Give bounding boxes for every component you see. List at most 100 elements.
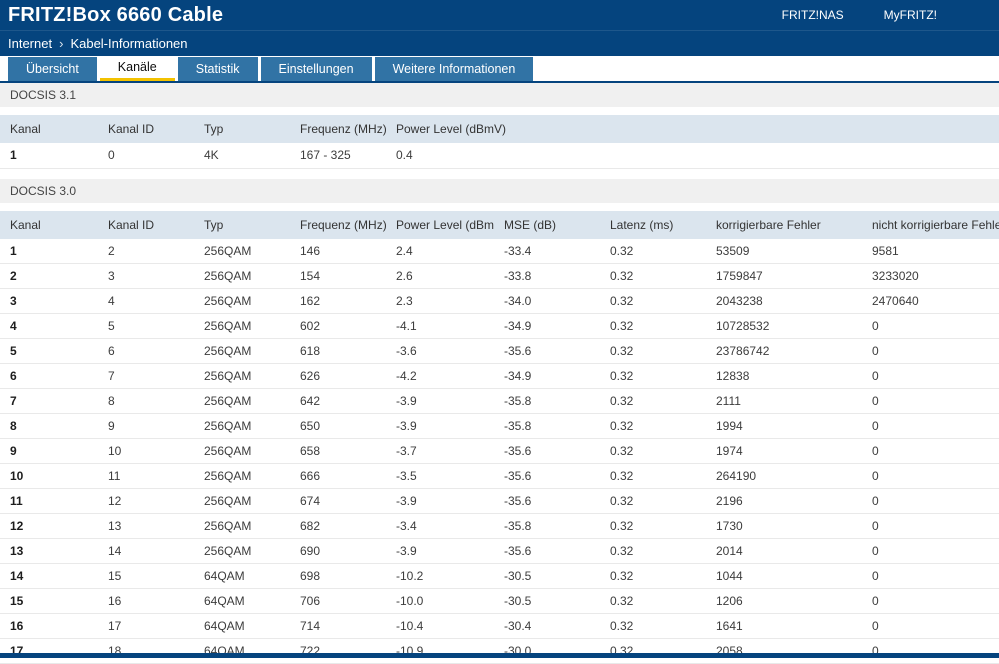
table-cell: -35.6 bbox=[494, 489, 600, 514]
table-row: 1213256QAM682-3.4-35.80.3217300 bbox=[0, 514, 999, 539]
table-cell: -35.6 bbox=[494, 439, 600, 464]
table-cell: 0 bbox=[862, 314, 999, 339]
table-cell: 9581 bbox=[862, 239, 999, 264]
table-cell: 0.32 bbox=[600, 614, 706, 639]
tab-bar: ÜbersichtKanäleStatistikEinstellungenWei… bbox=[0, 56, 999, 83]
table-cell: -30.5 bbox=[494, 564, 600, 589]
tab-statistik[interactable]: Statistik bbox=[178, 57, 258, 81]
table-cell: 10728532 bbox=[706, 314, 862, 339]
table-cell: 5 bbox=[98, 314, 194, 339]
table-row: 151664QAM706-10.0-30.50.3212060 bbox=[0, 589, 999, 614]
table-cell: 1730 bbox=[706, 514, 862, 539]
table-cell: 706 bbox=[290, 589, 386, 614]
table-cell: 658 bbox=[290, 439, 386, 464]
table-cell: -30.4 bbox=[494, 614, 600, 639]
table-cell: 0.32 bbox=[600, 539, 706, 564]
table-cell: 4K bbox=[194, 143, 290, 168]
myfritz-link[interactable]: MyFRITZ! bbox=[884, 8, 937, 22]
table-cell: -3.5 bbox=[386, 464, 494, 489]
table-cell: 17 bbox=[98, 614, 194, 639]
breadcrumb-section[interactable]: Internet bbox=[8, 36, 52, 51]
column-header: korrigierbare Fehler bbox=[706, 211, 862, 239]
footer-bar bbox=[0, 653, 999, 658]
table-cell: 64QAM bbox=[194, 639, 290, 664]
column-header: Kanal bbox=[0, 115, 98, 143]
breadcrumb-page: Kabel-Informationen bbox=[70, 36, 187, 51]
table-cell: 11 bbox=[0, 489, 98, 514]
tab-uebersicht[interactable]: Übersicht bbox=[8, 57, 97, 81]
column-header: Typ bbox=[194, 211, 290, 239]
table-cell: -35.6 bbox=[494, 464, 600, 489]
table-cell: 10 bbox=[98, 439, 194, 464]
table-cell: 11 bbox=[98, 464, 194, 489]
table-cell: 0.32 bbox=[600, 414, 706, 439]
table-cell: 2.6 bbox=[386, 264, 494, 289]
table-cell: 1 bbox=[0, 143, 98, 168]
table-cell: 0 bbox=[862, 539, 999, 564]
table-cell: 256QAM bbox=[194, 514, 290, 539]
tab-einstellungen[interactable]: Einstellungen bbox=[261, 57, 372, 81]
section-title-docsis31: DOCSIS 3.1 bbox=[0, 83, 999, 107]
table-cell: 0 bbox=[98, 143, 194, 168]
table-cell: 2.4 bbox=[386, 239, 494, 264]
table-cell: 0.32 bbox=[600, 314, 706, 339]
tab-kanaele[interactable]: Kanäle bbox=[100, 57, 175, 81]
header-links: FRITZ!NAS MyFRITZ! bbox=[782, 8, 999, 22]
fritznas-link[interactable]: FRITZ!NAS bbox=[782, 8, 844, 22]
table-row: 1112256QAM674-3.9-35.60.3221960 bbox=[0, 489, 999, 514]
table-cell: 256QAM bbox=[194, 389, 290, 414]
tab-weitere-informationen[interactable]: Weitere Informationen bbox=[375, 57, 534, 81]
table-cell: 0 bbox=[862, 464, 999, 489]
table-row: 12256QAM1462.4-33.40.32535099581 bbox=[0, 239, 999, 264]
table-cell: 0 bbox=[862, 489, 999, 514]
table-cell: 0 bbox=[862, 414, 999, 439]
table-cell: 2111 bbox=[706, 389, 862, 414]
table-cell: -10.2 bbox=[386, 564, 494, 589]
table-cell: 162 bbox=[290, 289, 386, 314]
table-cell: 18 bbox=[98, 639, 194, 664]
table-cell: -10.4 bbox=[386, 614, 494, 639]
column-header: Power Level (dBmV) bbox=[386, 115, 999, 143]
table-cell: 264190 bbox=[706, 464, 862, 489]
docsis30-table: KanalKanal IDTypFrequenz (MHz)Power Leve… bbox=[0, 211, 999, 664]
table-cell: -10.0 bbox=[386, 589, 494, 614]
table-cell: 1044 bbox=[706, 564, 862, 589]
table-cell: 256QAM bbox=[194, 364, 290, 389]
table-cell: 1 bbox=[0, 239, 98, 264]
table-row: 104K167 - 3250.4 bbox=[0, 143, 999, 168]
table-cell: 0 bbox=[862, 614, 999, 639]
table-cell: -3.9 bbox=[386, 389, 494, 414]
table-header-row: KanalKanal IDTypFrequenz (MHz)Power Leve… bbox=[0, 115, 999, 143]
column-header: MSE (dB) bbox=[494, 211, 600, 239]
table-cell: -30.5 bbox=[494, 589, 600, 614]
table-cell: 154 bbox=[290, 264, 386, 289]
table-cell: -35.8 bbox=[494, 414, 600, 439]
column-header: Latenz (ms) bbox=[600, 211, 706, 239]
table-cell: 2196 bbox=[706, 489, 862, 514]
table-cell: -3.7 bbox=[386, 439, 494, 464]
table-cell: 3 bbox=[0, 289, 98, 314]
table-cell: 0 bbox=[862, 439, 999, 464]
table-cell: -35.6 bbox=[494, 339, 600, 364]
table-cell: 0 bbox=[862, 389, 999, 414]
table-row: 56256QAM618-3.6-35.60.32237867420 bbox=[0, 339, 999, 364]
table-cell: 64QAM bbox=[194, 614, 290, 639]
table-cell: 722 bbox=[290, 639, 386, 664]
table-cell: 16 bbox=[98, 589, 194, 614]
table-cell: 0.32 bbox=[600, 564, 706, 589]
table-cell: 53509 bbox=[706, 239, 862, 264]
table-row: 89256QAM650-3.9-35.80.3219940 bbox=[0, 414, 999, 439]
table-row: 161764QAM714-10.4-30.40.3216410 bbox=[0, 614, 999, 639]
table-cell: -33.8 bbox=[494, 264, 600, 289]
table-cell: 64QAM bbox=[194, 564, 290, 589]
table-cell: 256QAM bbox=[194, 439, 290, 464]
table-cell: 15 bbox=[98, 564, 194, 589]
table-cell: 4 bbox=[98, 289, 194, 314]
chevron-right-icon: › bbox=[59, 36, 63, 51]
table-cell: -3.9 bbox=[386, 489, 494, 514]
table-cell: 256QAM bbox=[194, 314, 290, 339]
table-cell: 6 bbox=[98, 339, 194, 364]
table-cell: 0.32 bbox=[600, 514, 706, 539]
table-cell: 666 bbox=[290, 464, 386, 489]
column-header: Kanal bbox=[0, 211, 98, 239]
